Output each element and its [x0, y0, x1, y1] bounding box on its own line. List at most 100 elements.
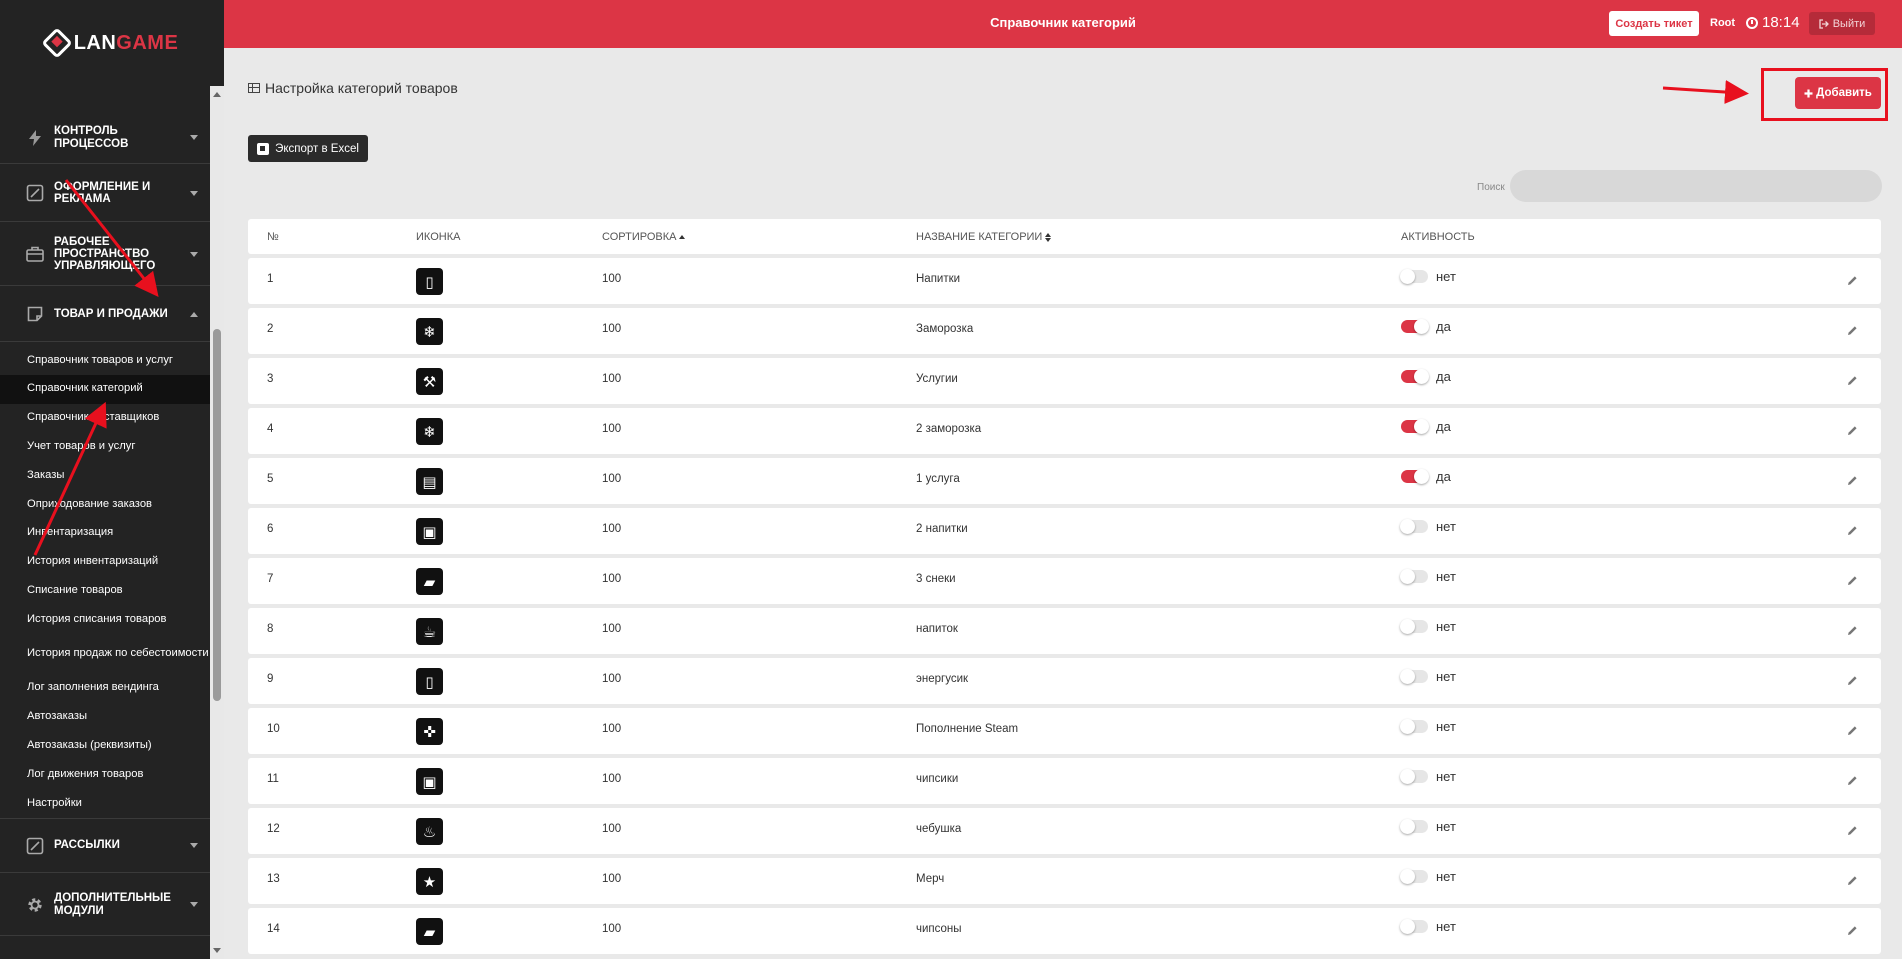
- pencil-icon[interactable]: [1845, 923, 1859, 937]
- table-row[interactable]: 9 ▯ 100 энергусик нет: [248, 658, 1881, 704]
- hot-bowl-icon: ♨: [416, 818, 443, 845]
- sidebar-item-goods-movement-log[interactable]: Лог движения товаров: [0, 760, 210, 789]
- table-row[interactable]: 14 ▰ 100 чипсоны нет: [248, 908, 1881, 954]
- sidebar-section-design[interactable]: Оформление и реклама: [0, 165, 210, 222]
- sidebar-item-sales-cost-history[interactable]: История продаж по себестоимости: [0, 634, 210, 674]
- table-row[interactable]: 2 ❄ 100 Заморозка да: [248, 308, 1881, 354]
- hammer-icon: ⚒: [416, 368, 443, 395]
- row-number: 4: [267, 423, 274, 435]
- pencil-icon[interactable]: [1845, 773, 1859, 787]
- pencil-icon[interactable]: [1845, 573, 1859, 587]
- logout-button[interactable]: Выйти: [1809, 12, 1875, 35]
- scroll-down-arrow-icon[interactable]: [213, 948, 221, 953]
- row-number: 11: [267, 773, 279, 785]
- row-activity: нет: [1400, 569, 1456, 584]
- activity-toggle[interactable]: [1401, 419, 1429, 434]
- row-sort-value: 100: [602, 723, 622, 735]
- column-header-sort[interactable]: Сортировка: [602, 231, 686, 243]
- row-category-name: Услугии: [916, 373, 958, 385]
- search-input[interactable]: [1510, 170, 1882, 202]
- sidebar-section-label: Оформление и реклама: [54, 180, 151, 205]
- sidebar-section-label: Дополнительные модули: [54, 892, 171, 917]
- activity-status: нет: [1436, 819, 1456, 834]
- activity-toggle[interactable]: [1400, 519, 1428, 534]
- sidebar-item-inventory-history[interactable]: История инвентаризаций: [0, 548, 210, 577]
- scrollbar-thumb[interactable]: [213, 329, 221, 701]
- activity-toggle[interactable]: [1401, 319, 1429, 334]
- pencil-icon[interactable]: [1845, 473, 1859, 487]
- table-row[interactable]: 11 ▣ 100 чипсики нет: [248, 758, 1881, 804]
- row-category-name: чебушка: [916, 823, 962, 835]
- pencil-icon[interactable]: [1845, 873, 1859, 887]
- activity-toggle[interactable]: [1401, 369, 1429, 384]
- sidebar-item-write-off-history[interactable]: История списания товаров: [0, 605, 210, 634]
- table-row[interactable]: 7 ▰ 100 3 снеки нет: [248, 558, 1881, 604]
- activity-toggle[interactable]: [1400, 569, 1428, 584]
- row-category-name: 2 напитки: [916, 523, 968, 535]
- sort-icon: [1045, 232, 1052, 242]
- sidebar-item-orders[interactable]: Заказы: [0, 461, 210, 490]
- scroll-up-arrow-icon[interactable]: [213, 92, 221, 97]
- table-row[interactable]: 5 ▤ 100 1 услуга да: [248, 458, 1881, 504]
- create-ticket-button[interactable]: Создать тикет: [1609, 11, 1699, 36]
- activity-toggle[interactable]: [1401, 469, 1429, 484]
- sidebar-item-order-receipt[interactable]: Оприходование заказов: [0, 490, 210, 519]
- sidebar-item-auto-orders-details[interactable]: Автозаказы (реквизиты): [0, 732, 210, 761]
- export-excel-button[interactable]: Экспорт в Excel: [248, 135, 368, 162]
- row-activity: нет: [1400, 719, 1456, 734]
- clock: 18:14: [1746, 14, 1800, 31]
- row-category-name: 1 услуга: [916, 473, 960, 485]
- sidebar-section-additional-modules[interactable]: Дополнительные модули: [0, 874, 210, 936]
- sidebar-item-vending-log[interactable]: Лог заполнения вендинга: [0, 674, 210, 703]
- sidebar-item-write-off[interactable]: Списание товаров: [0, 576, 210, 605]
- sidebar-section-mailings[interactable]: Рассылки: [0, 818, 210, 873]
- pencil-icon[interactable]: [1845, 623, 1859, 637]
- table-row[interactable]: 3 ⚒ 100 Услугии да: [248, 358, 1881, 404]
- table-row[interactable]: 1 ▯ 100 Напитки нет: [248, 258, 1881, 304]
- logo-text: LANGAME: [73, 31, 179, 54]
- edit-square-icon: [26, 837, 44, 855]
- activity-toggle[interactable]: [1400, 919, 1428, 934]
- sidebar-section-goods-sales[interactable]: Товар и продажи: [0, 287, 210, 342]
- table-row[interactable]: 12 ♨ 100 чебушка нет: [248, 808, 1881, 854]
- sidebar-section-process-control[interactable]: Контроль процессов: [0, 112, 210, 164]
- row-number: 6: [267, 523, 274, 535]
- row-number: 9: [267, 673, 274, 685]
- sidebar-scrollbar[interactable]: [210, 86, 224, 959]
- activity-toggle[interactable]: [1400, 619, 1428, 634]
- sidebar-item-inventory[interactable]: Инвентаризация: [0, 519, 210, 548]
- pencil-icon[interactable]: [1845, 673, 1859, 687]
- pencil-icon[interactable]: [1845, 323, 1859, 337]
- pencil-icon[interactable]: [1845, 373, 1859, 387]
- table-row[interactable]: 10 ✜ 100 Пополнение Steam нет: [248, 708, 1881, 754]
- user-name[interactable]: Root: [1710, 17, 1735, 29]
- table-row[interactable]: 13 ★ 100 Мерч нет: [248, 858, 1881, 904]
- sidebar-section-workspace[interactable]: Рабочее пространство управляющего: [0, 223, 210, 286]
- column-header-name[interactable]: Название категории: [916, 231, 1052, 243]
- notebook-icon: ▤: [416, 468, 443, 495]
- table-row[interactable]: 6 ▣ 100 2 напитки нет: [248, 508, 1881, 554]
- activity-toggle[interactable]: [1400, 869, 1428, 884]
- sidebar-item-suppliers[interactable]: Справочник поставщиков: [0, 404, 210, 433]
- pencil-icon[interactable]: [1845, 273, 1859, 287]
- sidebar-item-auto-orders[interactable]: Автозаказы: [0, 703, 210, 732]
- logo[interactable]: LANGAME: [0, 0, 224, 86]
- pencil-icon[interactable]: [1845, 423, 1859, 437]
- pencil-icon[interactable]: [1845, 723, 1859, 737]
- activity-toggle[interactable]: [1400, 769, 1428, 784]
- activity-toggle[interactable]: [1400, 269, 1428, 284]
- activity-toggle[interactable]: [1400, 719, 1428, 734]
- table-row[interactable]: 8 ☕ 100 напиток нет: [248, 608, 1881, 654]
- sidebar-item-categories[interactable]: Справочник категорий: [0, 374, 210, 404]
- chevron-down-icon: [190, 843, 198, 848]
- pencil-icon[interactable]: [1845, 823, 1859, 837]
- activity-toggle[interactable]: [1400, 669, 1428, 684]
- table-row[interactable]: 4 ❄ 100 2 заморозка да: [248, 408, 1881, 454]
- sidebar-item-goods-accounting[interactable]: Учет товаров и услуг: [0, 432, 210, 461]
- activity-toggle[interactable]: [1400, 819, 1428, 834]
- sidebar-item-settings[interactable]: Настройки: [0, 789, 210, 818]
- pencil-icon[interactable]: [1845, 523, 1859, 537]
- sidebar-item-goods-directory[interactable]: Справочник товаров и услуг: [0, 346, 210, 375]
- row-category-name: чипсоны: [916, 923, 962, 935]
- add-button-highlight: [1761, 68, 1888, 121]
